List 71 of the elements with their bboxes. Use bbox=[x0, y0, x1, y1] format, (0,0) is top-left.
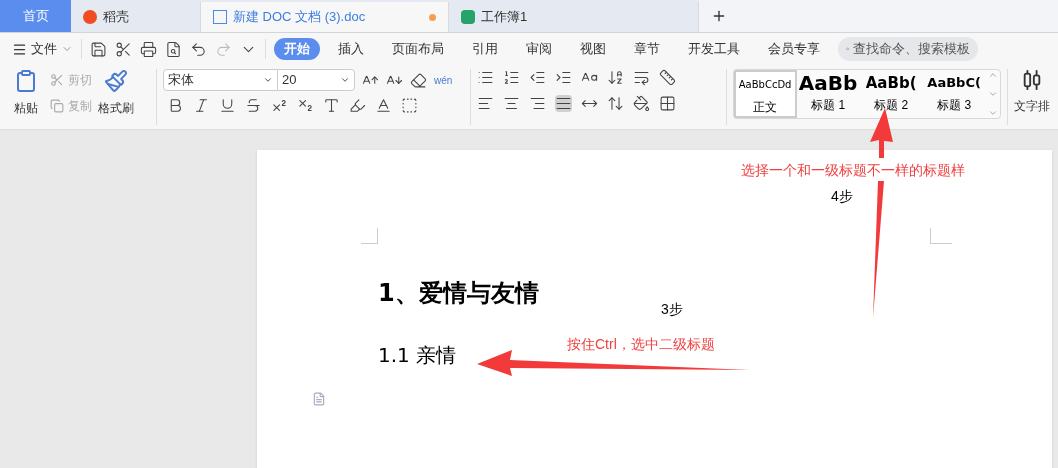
underline-icon[interactable] bbox=[219, 97, 237, 114]
text-tool-button[interactable]: 文字排 bbox=[1014, 69, 1050, 115]
paragraph-mark-icon[interactable] bbox=[632, 69, 650, 86]
style-preview: AaBbC( bbox=[927, 74, 981, 92]
clipboard-icon bbox=[14, 69, 38, 93]
numbered-list-icon[interactable] bbox=[502, 69, 520, 86]
phonetic-button[interactable]: wén bbox=[434, 72, 453, 88]
preview-icon[interactable] bbox=[165, 40, 182, 58]
text-effect-icon[interactable] bbox=[323, 97, 341, 114]
superscript-icon[interactable] bbox=[271, 97, 289, 114]
heading-2: 1.1 亲情 bbox=[378, 342, 457, 368]
text-tool-icon bbox=[1021, 69, 1043, 91]
menu-tab[interactable]: 开发工具 bbox=[678, 38, 750, 60]
menu-tab[interactable]: 插入 bbox=[328, 38, 374, 60]
align-left-icon[interactable] bbox=[476, 95, 494, 112]
margin-corner-mark bbox=[361, 228, 378, 244]
print-icon[interactable] bbox=[140, 40, 157, 58]
style-option[interactable]: AaBbCcDd 正文 bbox=[733, 70, 797, 118]
shading-icon[interactable] bbox=[632, 95, 650, 112]
bullet-list-icon[interactable] bbox=[476, 69, 494, 86]
menu-tab[interactable]: 页面布局 bbox=[382, 38, 454, 60]
style-option[interactable]: AaBb( 标题 2 bbox=[859, 70, 923, 118]
margin-corner-mark bbox=[930, 228, 952, 244]
outdent-icon[interactable] bbox=[528, 69, 546, 86]
menu-tab[interactable]: 章节 bbox=[624, 38, 670, 60]
subscript-icon[interactable] bbox=[297, 97, 315, 114]
menu-tab[interactable]: 引用 bbox=[462, 38, 508, 60]
sort-icon[interactable] bbox=[606, 69, 624, 86]
heading-1: 1、爱情与友情 bbox=[378, 278, 540, 308]
document-icon bbox=[213, 10, 227, 24]
scissors-icon bbox=[50, 73, 64, 87]
style-option[interactable]: AaBbC( 标题 3 bbox=[922, 70, 986, 118]
style-preview: AaBb( bbox=[865, 73, 917, 94]
chevron-down-icon bbox=[340, 75, 351, 85]
undo-icon[interactable] bbox=[190, 40, 207, 58]
step-label: 4步 bbox=[831, 187, 853, 206]
format-painter-button[interactable]: 格式刷 bbox=[98, 69, 134, 117]
new-tab-icon[interactable] bbox=[711, 8, 727, 24]
font-name-field[interactable]: 宋体 bbox=[163, 69, 279, 91]
tab[interactable]: 新建 DOC 文档 (3).doc bbox=[201, 2, 449, 32]
font-color-icon[interactable] bbox=[375, 97, 393, 114]
strikethrough-icon[interactable] bbox=[245, 97, 263, 114]
command-search-field[interactable]: 查找命令、搜索模板 bbox=[838, 37, 978, 61]
menu-tab[interactable]: 会员专享 bbox=[758, 38, 830, 60]
step-label: 3步 bbox=[661, 300, 683, 319]
paintbrush-icon bbox=[104, 69, 128, 93]
paste-button[interactable]: 粘贴 bbox=[8, 69, 44, 117]
justify-icon[interactable] bbox=[554, 95, 572, 112]
file-menu[interactable]: 文件 bbox=[12, 39, 73, 59]
style-option[interactable]: AaBb 标题 1 bbox=[796, 70, 860, 118]
ruler-icon[interactable] bbox=[658, 69, 676, 86]
annotation-note: 按住Ctrl，选中二级标题 bbox=[567, 335, 715, 354]
menu-icon bbox=[12, 41, 27, 57]
highlighter-icon[interactable] bbox=[349, 97, 367, 114]
copy-icon bbox=[50, 99, 64, 113]
style-preview: AaBbCcDd bbox=[738, 78, 792, 92]
indent-icon[interactable] bbox=[554, 69, 572, 86]
font-size-field[interactable]: 20 bbox=[277, 69, 356, 91]
borders-icon[interactable] bbox=[658, 95, 676, 112]
style-preview: AaBb bbox=[798, 70, 858, 96]
annotation-note: 选择一个和一级标题不一样的标题样 bbox=[741, 161, 965, 180]
align-center-icon[interactable] bbox=[502, 95, 520, 112]
chevron-down-icon bbox=[263, 75, 274, 85]
menu-tab[interactable]: 视图 bbox=[570, 38, 616, 60]
eraser-icon[interactable] bbox=[410, 71, 428, 89]
align-right-icon[interactable] bbox=[528, 95, 546, 112]
line-spacing-icon[interactable] bbox=[606, 95, 624, 112]
menu-tab[interactable]: 审阅 bbox=[516, 38, 562, 60]
character-border-icon[interactable] bbox=[401, 97, 419, 114]
save-icon[interactable] bbox=[90, 40, 107, 58]
spreadsheet-icon bbox=[461, 10, 475, 24]
